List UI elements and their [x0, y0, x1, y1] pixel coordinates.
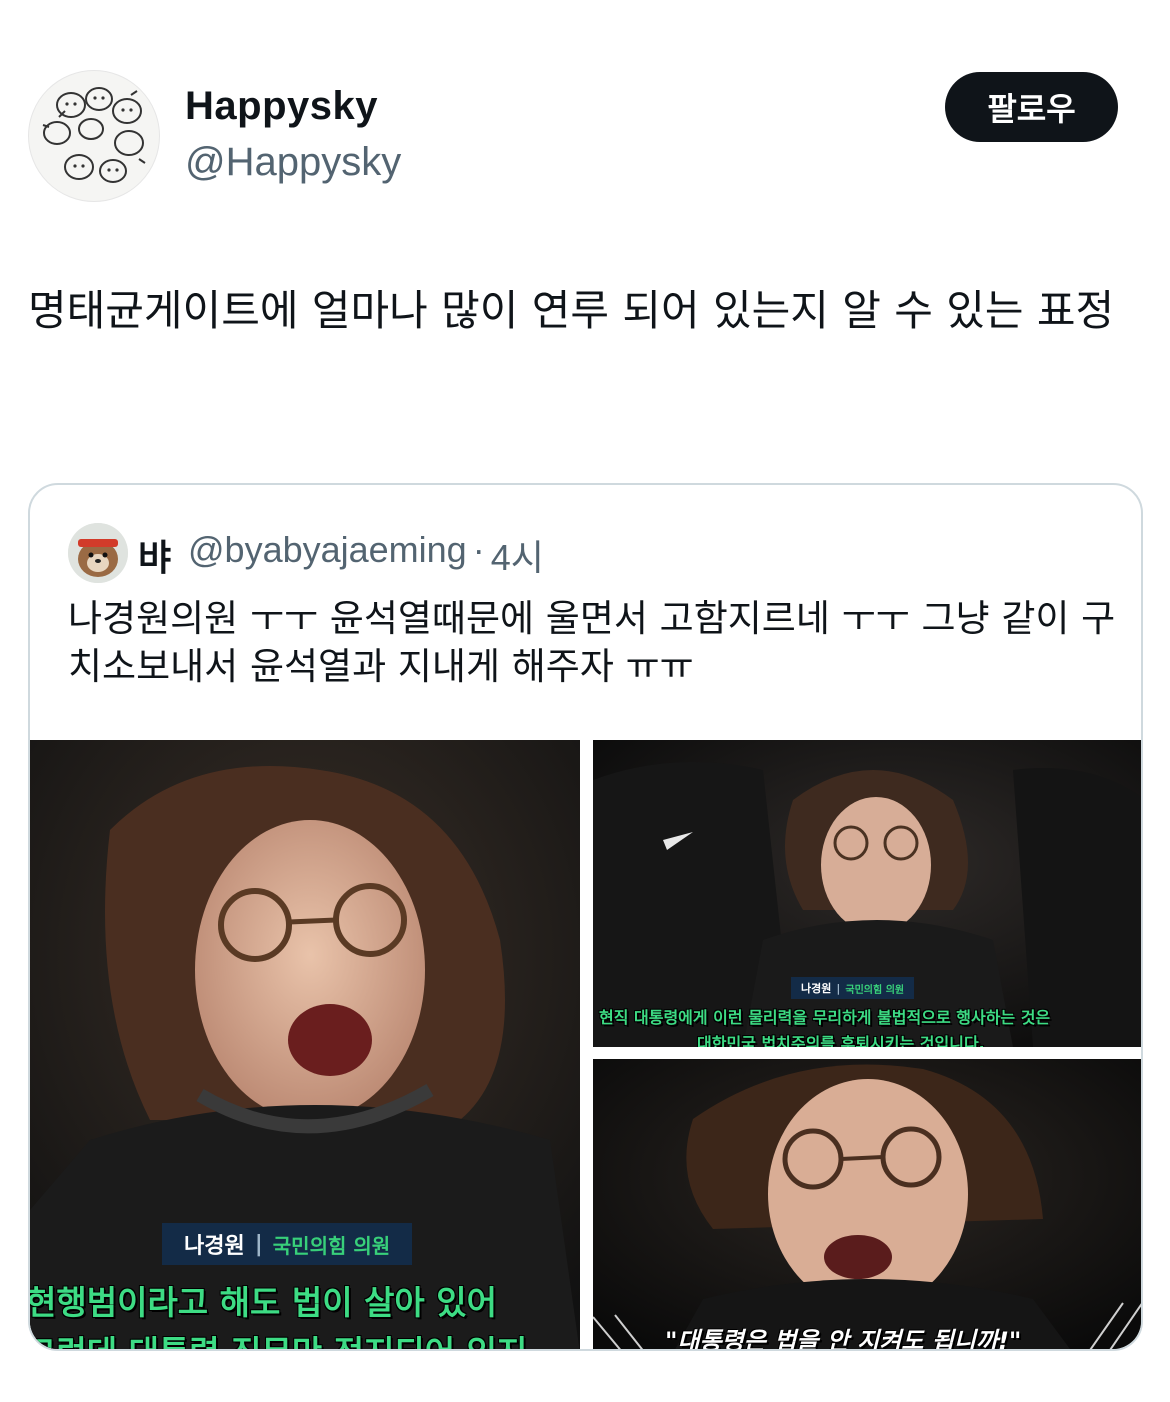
media-image-1[interactable]: 나경원 | 국민의힘 의원 현행범이라고 해도 법이 살아 있어 그런데 대통령…	[30, 740, 580, 1349]
quoted-timestamp[interactable]: 4시	[491, 529, 544, 581]
subtitle-line-2: 대한민국 법치주의를 후퇴시키는 것입니다.	[697, 1034, 985, 1047]
quoted-author-handle[interactable]: @byabyajaeming	[188, 529, 467, 581]
photo-woman-shouting	[593, 1059, 1141, 1349]
author-display-name[interactable]: Happysky	[185, 84, 378, 129]
name-plate-separator: |	[836, 981, 841, 995]
tweet-text: 명태균게이트에 얼마나 많이 연루 되어 있는지 알 수 있는 표정	[28, 286, 1115, 335]
name-plate-name: 나경원	[801, 982, 832, 995]
follow-button[interactable]: 팔로우	[945, 72, 1118, 142]
quoted-author-avatar[interactable]	[68, 523, 128, 583]
media-image-2[interactable]: 나경원 | 국민의힘 의원 현직 대통령에게 이런 물리력을 무리하게 불법적으…	[593, 740, 1141, 1047]
subtitle-line-2: 그런데 대통령 직무만 정지되어 있지	[30, 1326, 527, 1349]
quoted-tweet-text: 나경원의원 ㅜㅜ 윤석열때문에 울면서 고함지르네 ㅜㅜ 그냥 같이 구치소보내…	[68, 597, 1116, 688]
meta-separator: ·	[472, 529, 485, 570]
otter-avatar-icon	[68, 523, 128, 583]
name-plate: 나경원 | 국민의힘 의원	[162, 1223, 413, 1265]
quoted-author-meta: @byabyajaeming · 4시	[188, 529, 544, 581]
name-plate-separator: |	[254, 1231, 263, 1257]
cartoon-animals-avatar-icon	[42, 87, 146, 183]
quote-subtitle: "대통령은 법을 안 지켜도 됩니까!"	[665, 1327, 1022, 1351]
tweet-header: Happysky @Happysky 팔로우	[0, 0, 1170, 230]
name-plate: 나경원 | 국민의힘 의원	[791, 977, 915, 999]
subtitle-line-1: 현행범이라고 해도 법이 살아 있어	[30, 1283, 497, 1322]
name-plate-role: 국민의힘 의원	[272, 1233, 391, 1258]
photo-woman-crowd	[593, 740, 1141, 1047]
name-plate-name: 나경원	[184, 1234, 245, 1259]
subtitle-line-1: 현직 대통령에게 이런 물리력을 무리하게 불법적으로 행사하는 것은	[599, 1008, 1051, 1027]
quoted-tweet-card[interactable]: 뱌 @byabyajaeming · 4시 나경원의원 ㅜㅜ 윤석열때문에 울면…	[28, 483, 1143, 1351]
author-avatar[interactable]	[28, 70, 160, 202]
quoted-author-name[interactable]: 뱌	[138, 529, 171, 581]
name-plate-role: 국민의힘 의원	[845, 984, 905, 996]
author-handle[interactable]: @Happysky	[185, 140, 401, 185]
media-image-3[interactable]: "대통령은 법을 안 지켜도 됩니까!"	[593, 1059, 1141, 1351]
